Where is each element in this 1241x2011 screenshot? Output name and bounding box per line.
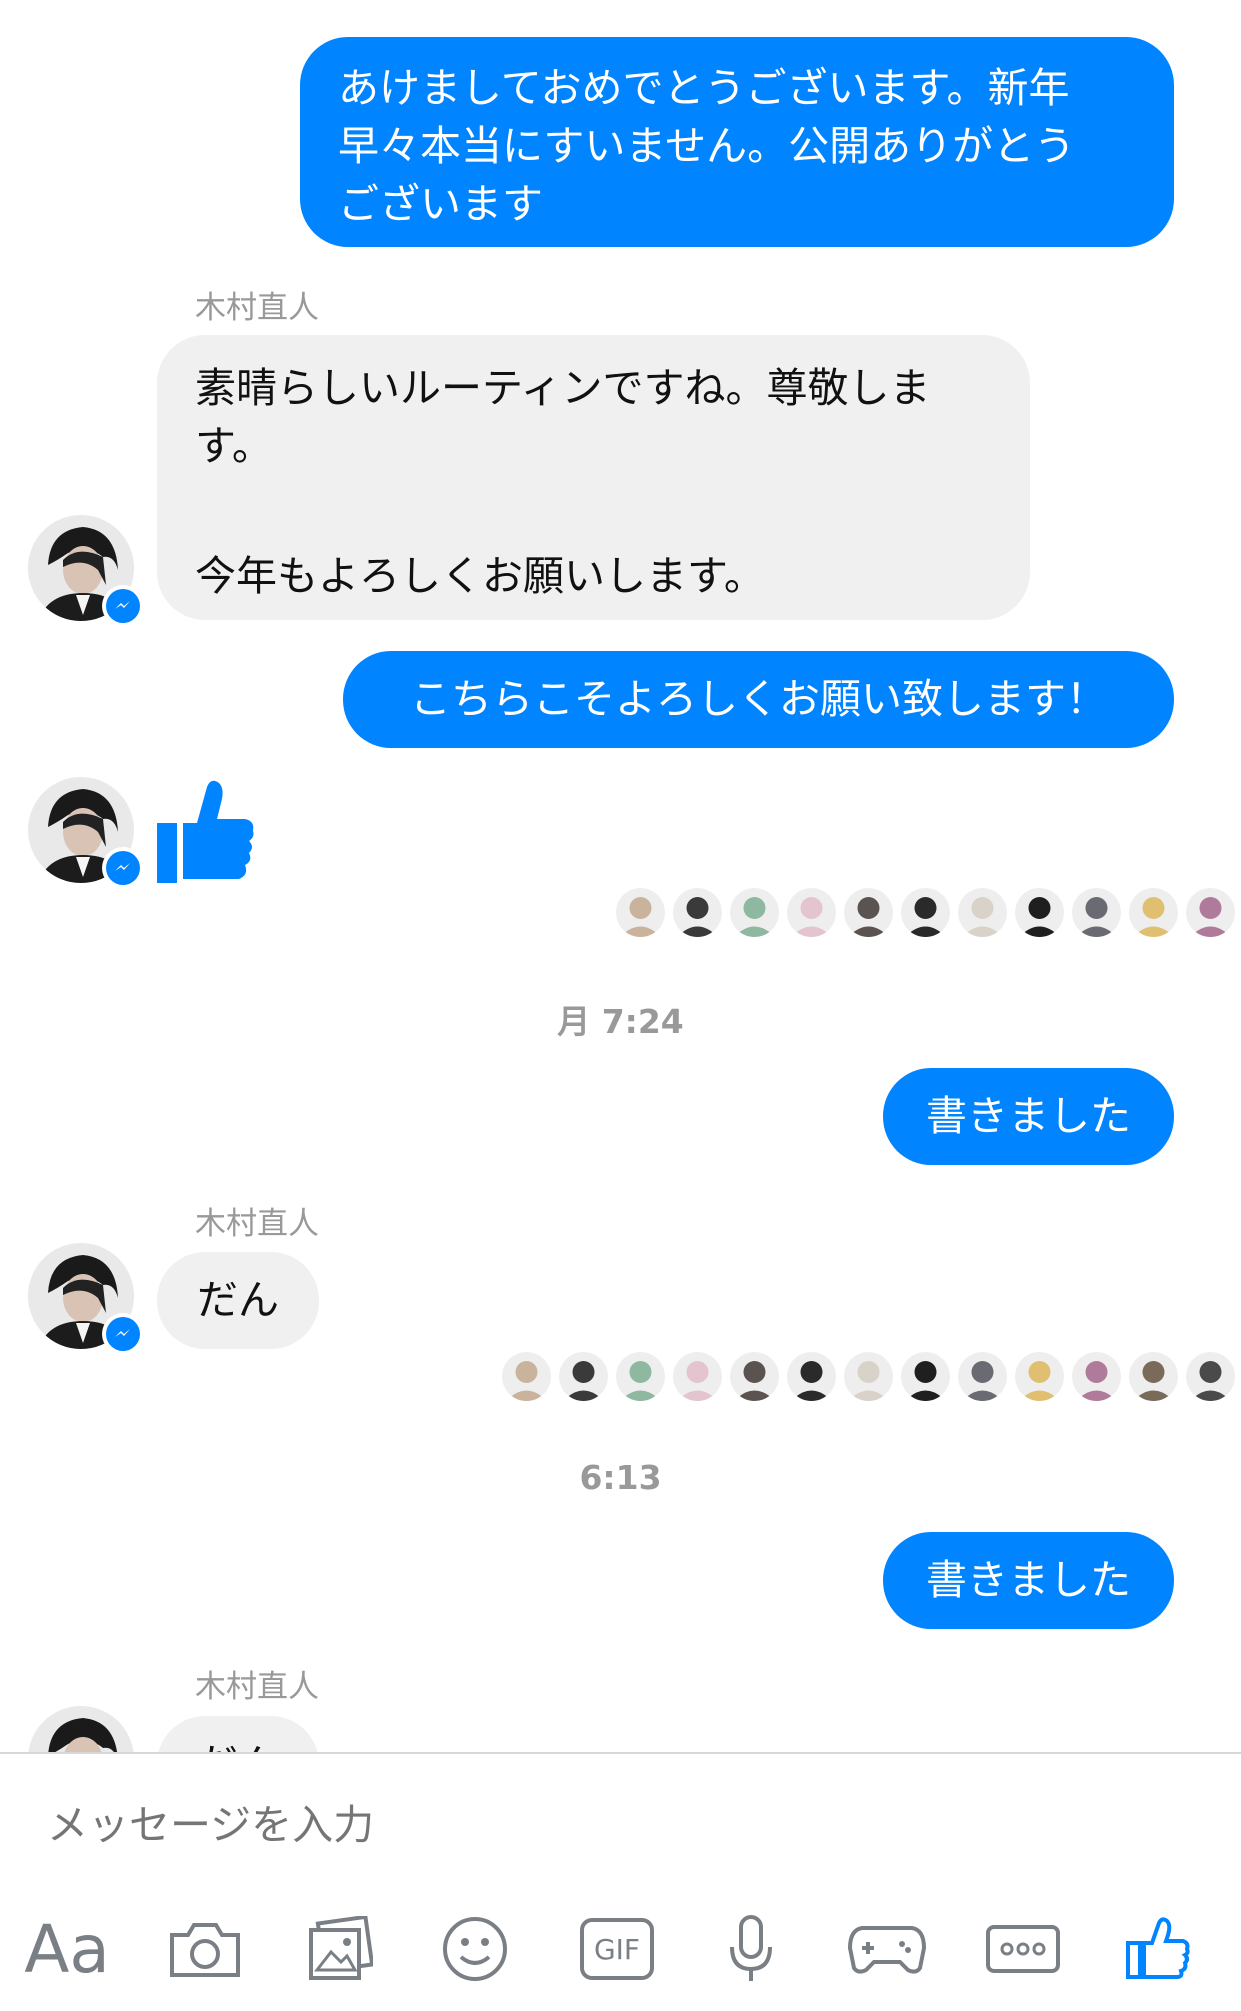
emoji-icon[interactable] <box>430 1904 520 1994</box>
gif-label: GIF <box>593 1932 641 1966</box>
message-line: 今年もよろしくお願いします。 <box>195 552 765 600</box>
messenger-badge <box>102 1313 144 1355</box>
message-input[interactable] <box>45 1794 1149 1856</box>
incoming-message[interactable]: だん <box>157 1252 319 1349</box>
outgoing-message[interactable]: 書きました <box>883 1068 1174 1165</box>
game-icon[interactable] <box>842 1904 932 1994</box>
seen-avatar <box>958 888 1007 937</box>
message-text: だん <box>197 1276 279 1324</box>
chat-thread[interactable]: あけましておめでとうございます。新年 早々本当にすいません。公開ありがとう ござ… <box>0 0 1241 1752</box>
messenger-badge <box>102 847 144 889</box>
seen-avatar <box>1015 1352 1064 1401</box>
message-composer: Aa GIF <box>0 1752 1241 2011</box>
seen-avatar <box>730 1352 779 1401</box>
seen-by-row <box>502 1352 1235 1401</box>
seen-avatar <box>502 1352 551 1401</box>
seen-avatar <box>1186 888 1235 937</box>
seen-avatar <box>1129 1352 1178 1401</box>
outgoing-message[interactable]: 書きました <box>883 1532 1174 1629</box>
aa-label: Aa <box>24 1910 110 1988</box>
outgoing-message[interactable]: こちらこそよろしくお願い致します！ <box>343 651 1174 748</box>
message-text: こちらこそよろしくお願い致します！ <box>410 675 1107 723</box>
seen-avatar <box>844 1352 893 1401</box>
seen-avatar <box>901 1352 950 1401</box>
messenger-icon <box>115 601 130 609</box>
seen-avatar <box>673 1352 722 1401</box>
message-line: ございます <box>338 180 543 228</box>
outgoing-message[interactable]: あけましておめでとうございます。新年 早々本当にすいません。公開ありがとう ござ… <box>300 37 1174 247</box>
more-icon[interactable] <box>978 1904 1068 1994</box>
timestamp: 月 7:24 <box>557 1002 684 1041</box>
microphone-icon[interactable] <box>706 1904 796 1994</box>
message-line: 早々本当にすいません。公開ありがとう <box>338 122 1076 170</box>
seen-avatar <box>616 1352 665 1401</box>
gif-icon[interactable]: GIF <box>572 1904 662 1994</box>
seen-avatar <box>1015 888 1064 937</box>
seen-avatar <box>1072 888 1121 937</box>
seen-avatar <box>787 888 836 937</box>
camera-icon[interactable] <box>160 1904 250 1994</box>
seen-avatar <box>787 1352 836 1401</box>
timestamp: 6:13 <box>579 1458 662 1497</box>
avatar-photo <box>28 1706 134 1752</box>
sender-name: 木村直人 <box>195 1206 319 1242</box>
seen-avatar <box>1129 888 1178 937</box>
incoming-message[interactable]: だん <box>157 1716 319 1752</box>
seen-by-row <box>616 888 1235 937</box>
message-line: あけましておめでとうございます。新年 <box>338 64 1070 112</box>
seen-avatar <box>901 888 950 937</box>
seen-avatar <box>958 1352 1007 1401</box>
avatar[interactable] <box>28 1706 134 1752</box>
messenger-badge <box>102 585 144 627</box>
message-line: す。 <box>195 422 273 470</box>
like-icon[interactable] <box>1113 1904 1203 1994</box>
message-line: 素晴らしいルーティンですね。尊敬しま <box>195 364 931 412</box>
messenger-icon <box>115 1329 130 1337</box>
avatar[interactable] <box>28 515 144 627</box>
messenger-icon <box>115 863 130 871</box>
seen-avatar <box>844 888 893 937</box>
message-text: 書きました <box>926 1556 1131 1604</box>
seen-avatar <box>559 1352 608 1401</box>
thumbs-up-sticker[interactable] <box>155 777 255 887</box>
gallery-icon[interactable] <box>295 1904 385 1994</box>
text-format-icon[interactable]: Aa <box>22 1904 112 1994</box>
seen-avatar <box>616 888 665 937</box>
sender-name: 木村直人 <box>195 290 319 326</box>
message-text: だん <box>197 1740 279 1752</box>
composer-toolbar: Aa GIF <box>0 1904 1241 1994</box>
message-text: 書きました <box>926 1092 1131 1140</box>
seen-avatar <box>673 888 722 937</box>
seen-avatar <box>1072 1352 1121 1401</box>
avatar[interactable] <box>28 1243 144 1355</box>
sender-name: 木村直人 <box>195 1669 319 1705</box>
seen-avatar <box>1186 1352 1235 1401</box>
incoming-message[interactable]: 素晴らしいルーティンですね。尊敬しま す。 今年もよろしくお願いします。 <box>157 335 1030 620</box>
seen-avatar <box>730 888 779 937</box>
avatar[interactable] <box>28 777 144 889</box>
